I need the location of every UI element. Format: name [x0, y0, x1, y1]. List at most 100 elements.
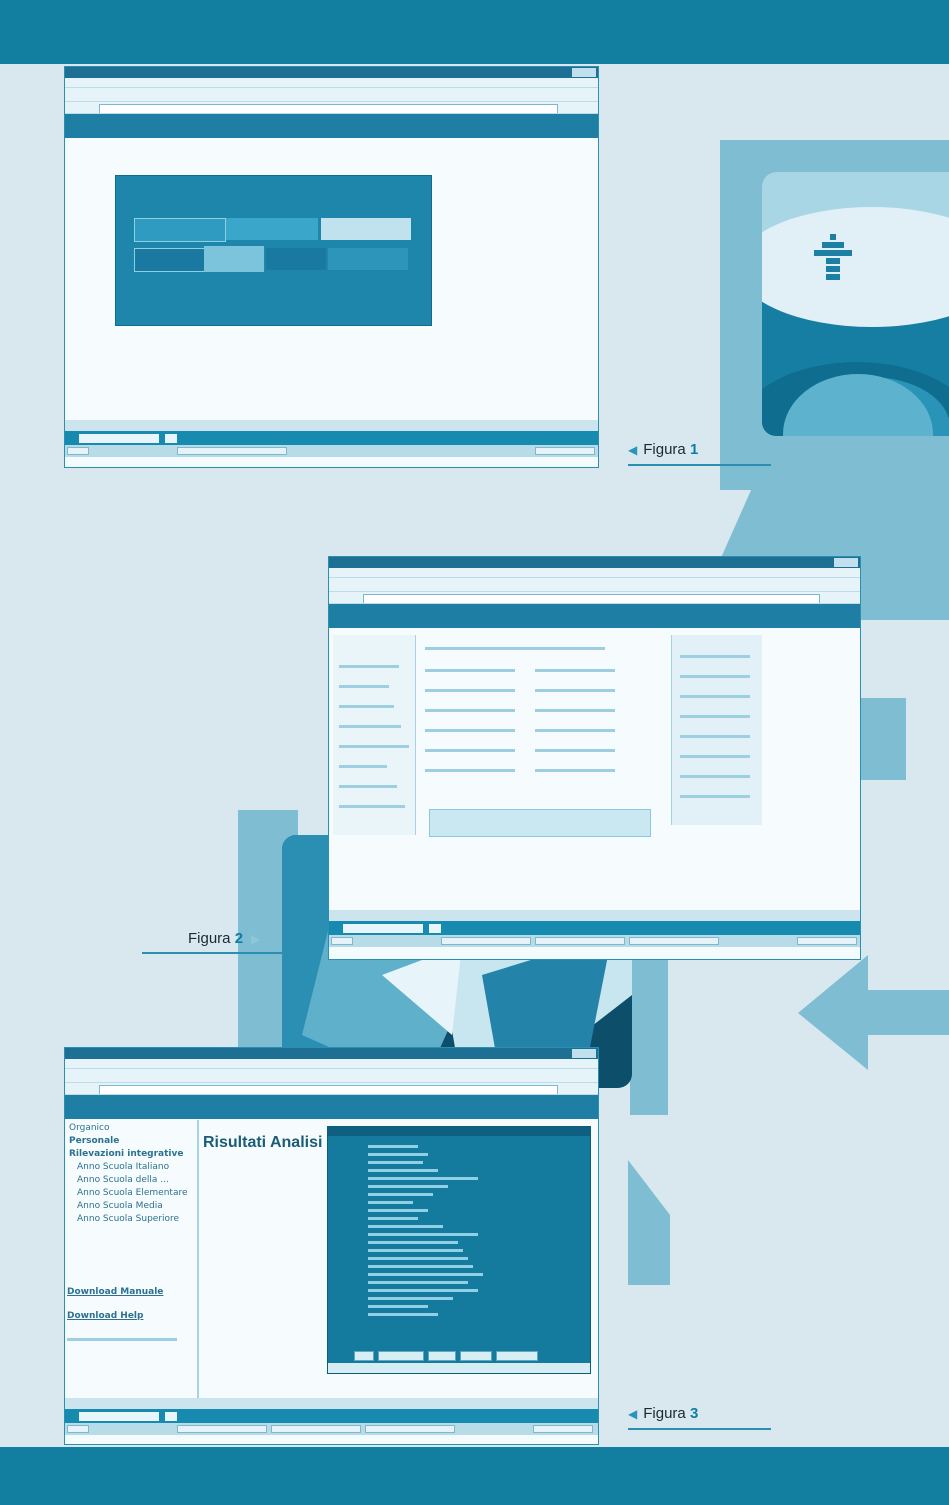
taskbar: [65, 1423, 598, 1435]
dialog-button: [354, 1351, 374, 1361]
menu-line: [339, 765, 387, 768]
figure-1-rule: [628, 464, 771, 466]
menu-line: [339, 785, 397, 788]
nav-item: Rilevazioni integrative: [69, 1149, 184, 1159]
dialog-item: [368, 1249, 463, 1252]
dialog-item: [368, 1265, 473, 1268]
window-controls: [572, 68, 596, 77]
nav-frame: Organico Personale Rilevazioni integrati…: [65, 1120, 199, 1398]
browser-toolbar: [329, 578, 860, 592]
decor-wedge: [628, 1160, 670, 1285]
address-bar: [329, 592, 860, 604]
system-tray: [797, 937, 857, 945]
taskbar-item: [365, 1425, 455, 1433]
figure-3-label: Figura: [643, 1405, 686, 1422]
link-line: [535, 669, 615, 672]
taskbar-item: [177, 1425, 267, 1433]
menu-line: [339, 745, 409, 748]
link-line: [425, 729, 515, 732]
site-header-bar: [329, 604, 860, 628]
promo-banner: [429, 809, 651, 837]
office-chip: [343, 924, 423, 933]
address-bar: [65, 102, 598, 114]
page-content: [65, 139, 598, 420]
caption-arrow-icon: ◀: [628, 443, 638, 457]
taskbar-item: [177, 447, 287, 455]
system-tray: [533, 1425, 593, 1433]
caption-arrow-icon: ◀: [628, 1407, 638, 1421]
office-chip: [79, 1412, 159, 1421]
dialog-item: [368, 1273, 483, 1276]
dialog-item: [368, 1153, 428, 1156]
caption-arrow-icon: ▶: [251, 932, 261, 946]
dialog-item: [368, 1161, 423, 1164]
dialog-button: [378, 1351, 424, 1361]
nav-item: Anno Scuola Superiore: [77, 1214, 180, 1224]
office-chip-2: [165, 1412, 177, 1421]
figure-1-number: 1: [689, 441, 699, 458]
top-band: [0, 0, 949, 64]
menu-line: [680, 675, 750, 678]
nav-line: [67, 1338, 177, 1341]
dialog-status: [328, 1363, 590, 1373]
link-line: [535, 769, 615, 772]
browser-toolbar: [65, 88, 598, 102]
taskbar: [329, 935, 860, 947]
dialog-item: [368, 1313, 438, 1316]
dialog-item: [368, 1297, 453, 1300]
dialog-item: [368, 1145, 418, 1148]
site-header-bar: [65, 114, 598, 138]
decor-photo-arrow-button: [762, 172, 949, 436]
dialog-titlebar: [328, 1127, 590, 1136]
dialog-item: [368, 1289, 478, 1292]
figure-3-number: 3: [689, 1405, 699, 1422]
figure-2-label: Figura: [188, 930, 231, 947]
banner-block-3: [321, 218, 411, 240]
download-link: Download Help: [67, 1311, 144, 1321]
dialog-item: [368, 1225, 443, 1228]
nav-item: Personale: [69, 1136, 120, 1146]
figure-3-rule: [628, 1428, 771, 1430]
menu-line: [680, 715, 750, 718]
nav-item: Anno Scuola Elementare: [77, 1188, 188, 1198]
menu-line: [680, 735, 750, 738]
address-field: [99, 1085, 558, 1094]
start-button: [331, 937, 353, 945]
office-bar: [65, 1409, 598, 1423]
dialog-item: [368, 1241, 458, 1244]
figure-2-rule: [142, 952, 282, 954]
link-line: [535, 749, 615, 752]
figure-2-screenshot: [328, 556, 861, 960]
office-chip-2: [429, 924, 441, 933]
menu-line: [680, 755, 750, 758]
dialog-item: [368, 1169, 438, 1172]
window-titlebar: [329, 557, 860, 568]
dialog-item: [368, 1233, 478, 1236]
nav-item: Anno Scuola Italiano: [77, 1162, 170, 1172]
taskbar: [65, 445, 598, 457]
figure-2-number: 2: [234, 930, 244, 947]
menu-line: [339, 805, 405, 808]
window-titlebar: [65, 1048, 598, 1059]
nav-item: Anno Scuola Media: [77, 1201, 163, 1211]
figure-1-caption: ◀ Figura 1: [628, 441, 698, 458]
menu-line: [339, 665, 399, 668]
link-line: [425, 647, 605, 650]
decor-tab-right: [860, 698, 906, 780]
taskbar-item: [535, 937, 625, 945]
menu-line: [339, 705, 394, 708]
office-chip: [79, 434, 159, 443]
results-heading: Risultati Analisi: [203, 1134, 323, 1151]
dialog-button: [496, 1351, 538, 1361]
status-bar: [65, 420, 598, 431]
banner-block-5: [204, 246, 264, 272]
taskbar-item: [629, 937, 719, 945]
welcome-banner: [115, 175, 432, 326]
banner-block-4: [134, 248, 206, 272]
menu-line: [339, 725, 401, 728]
dialog-item: [368, 1201, 413, 1204]
window-controls: [572, 1049, 596, 1058]
banner-block-1: [134, 218, 226, 242]
start-button: [67, 447, 89, 455]
link-line: [425, 769, 515, 772]
